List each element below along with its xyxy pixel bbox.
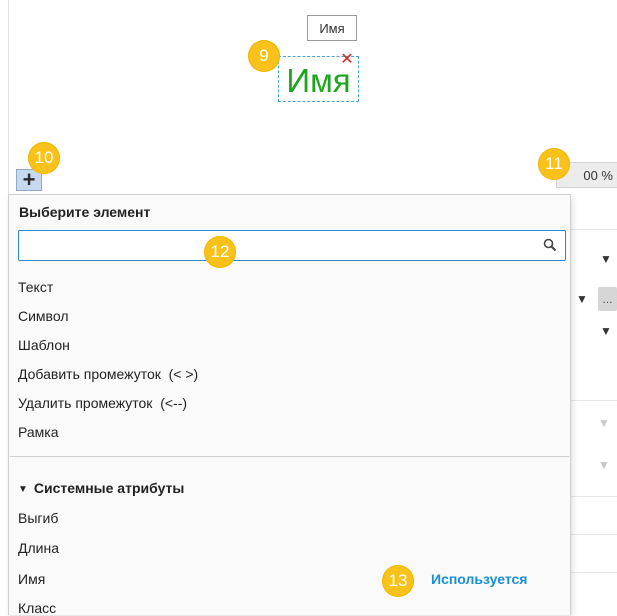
list-item-frame[interactable]: Рамка xyxy=(18,424,59,440)
dropdown-title: Выберите элемент xyxy=(19,204,151,220)
list-item-remove-space[interactable]: Удалить промежуток (<--) xyxy=(18,395,187,411)
background-separator xyxy=(570,572,617,573)
list-item-text[interactable]: Текст xyxy=(18,279,53,295)
dropdown-arrow-icon[interactable]: ▼ xyxy=(600,252,612,266)
element-tooltip: Имя xyxy=(307,15,357,41)
system-attributes-header[interactable]: ▼ Системные атрибуты xyxy=(18,480,184,496)
section-header-label: Системные атрибуты xyxy=(33,480,185,496)
callout-badge-12: 12 xyxy=(204,236,236,268)
callout-badge-10: 10 xyxy=(28,142,60,174)
section-divider xyxy=(10,456,569,457)
attribute-item-class[interactable]: Класс xyxy=(18,600,56,616)
list-item-template[interactable]: Шаблон xyxy=(18,337,70,353)
preview-element-text: Имя xyxy=(286,61,351,99)
used-status-label: Используется xyxy=(431,571,528,587)
attribute-item-length[interactable]: Длина xyxy=(18,540,59,556)
dropdown-arrow-icon: ▼ xyxy=(598,416,610,430)
attribute-item-name[interactable]: Имя xyxy=(18,571,45,587)
element-picker-dropdown: Выберите элемент Текст Символ Шаблон Доб… xyxy=(8,194,571,616)
background-separator xyxy=(570,534,617,535)
background-separator xyxy=(570,496,617,497)
background-separator xyxy=(570,229,617,230)
list-item-add-space[interactable]: Добавить промежуток (< >) xyxy=(18,366,198,382)
callout-badge-13: 13 xyxy=(382,565,414,597)
search-field[interactable] xyxy=(19,231,519,259)
background-separator xyxy=(570,400,617,401)
dropdown-arrow-icon[interactable]: ▼ xyxy=(576,292,588,306)
list-item-symbol[interactable]: Символ xyxy=(18,308,68,324)
triangle-down-icon: ▼ xyxy=(18,484,28,495)
dropdown-arrow-icon[interactable]: ▼ xyxy=(600,324,612,338)
search-input[interactable] xyxy=(18,230,566,261)
callout-badge-9: 9 xyxy=(248,40,280,72)
dropdown-arrow-icon: ▼ xyxy=(598,458,610,472)
callout-badge-11: 11 xyxy=(538,148,570,180)
search-icon xyxy=(543,238,557,252)
attribute-item-bend[interactable]: Выгиб xyxy=(18,510,58,526)
browse-button[interactable]: ... xyxy=(598,287,617,311)
close-icon[interactable]: ✕ xyxy=(340,52,354,68)
